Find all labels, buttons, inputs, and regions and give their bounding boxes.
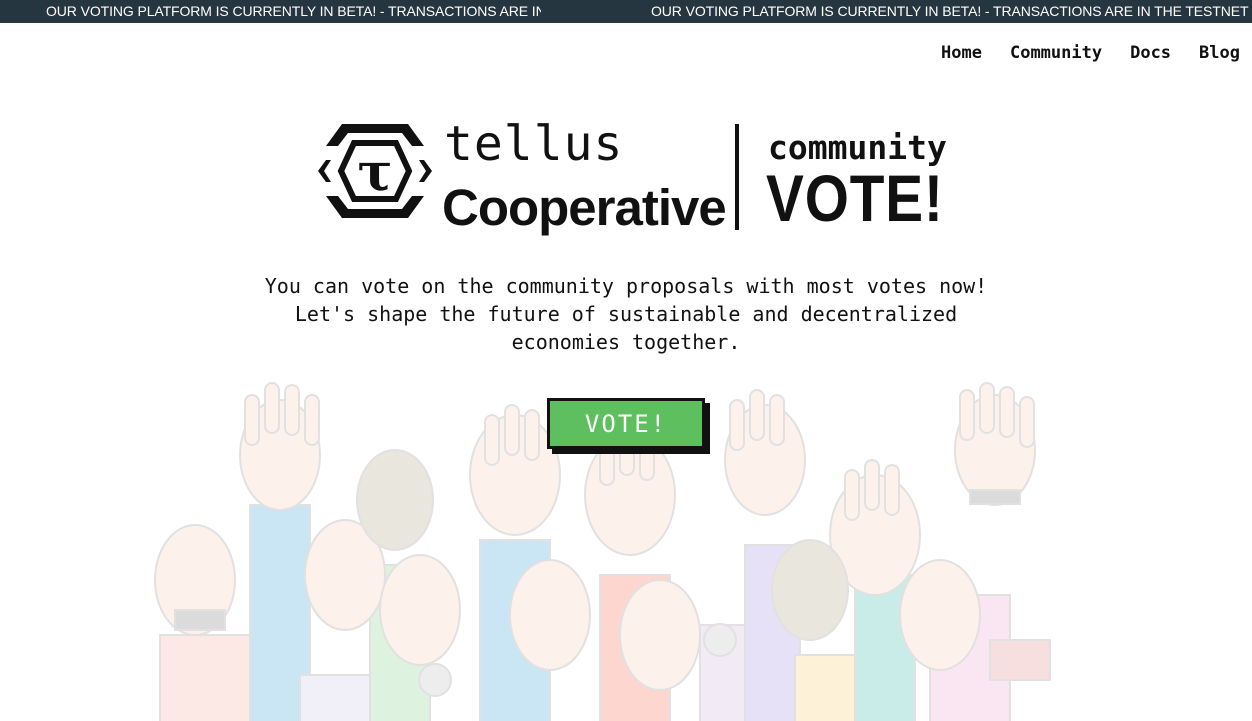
top-navigation: Home Community Docs Blog <box>941 43 1240 63</box>
tellus-cooperative-logo: τ tellus Cooperative community VOTE! <box>314 112 947 240</box>
tellus-hexagon-logo-icon: τ <box>318 124 432 218</box>
beta-announcement-ticker: OUR VOTING PLATFORM IS CURRENTLY IN BETA… <box>0 0 1252 23</box>
intro-paragraph: You can vote on the community proposals … <box>226 272 1026 356</box>
intro-line: You can vote on the community proposals … <box>264 274 988 298</box>
logo-tag-bottom: VOTE! <box>766 161 944 235</box>
logo-divider <box>735 124 739 230</box>
intro-line: economies together. <box>511 330 741 354</box>
ticker-message: OUR VOTING PLATFORM IS CURRENTLY IN BETA… <box>46 3 541 19</box>
nav-home-link[interactable]: Home <box>941 43 982 63</box>
nav-docs-link[interactable]: Docs <box>1130 43 1171 63</box>
nav-community-link[interactable]: Community <box>1010 43 1102 63</box>
brand-name-top: tellus <box>444 116 624 172</box>
vote-button[interactable]: VOTE! <box>547 398 705 449</box>
ticker-message: OUR VOTING PLATFORM IS CURRENTLY IN BETA… <box>651 3 1249 19</box>
vote-button-label: VOTE! <box>584 409 668 438</box>
brand-name-bottom: Cooperative <box>442 179 727 236</box>
intro-line: Let's shape the future of sustainable an… <box>294 302 958 326</box>
nav-blog-link[interactable]: Blog <box>1199 43 1240 63</box>
logo-letter: τ <box>358 142 393 203</box>
